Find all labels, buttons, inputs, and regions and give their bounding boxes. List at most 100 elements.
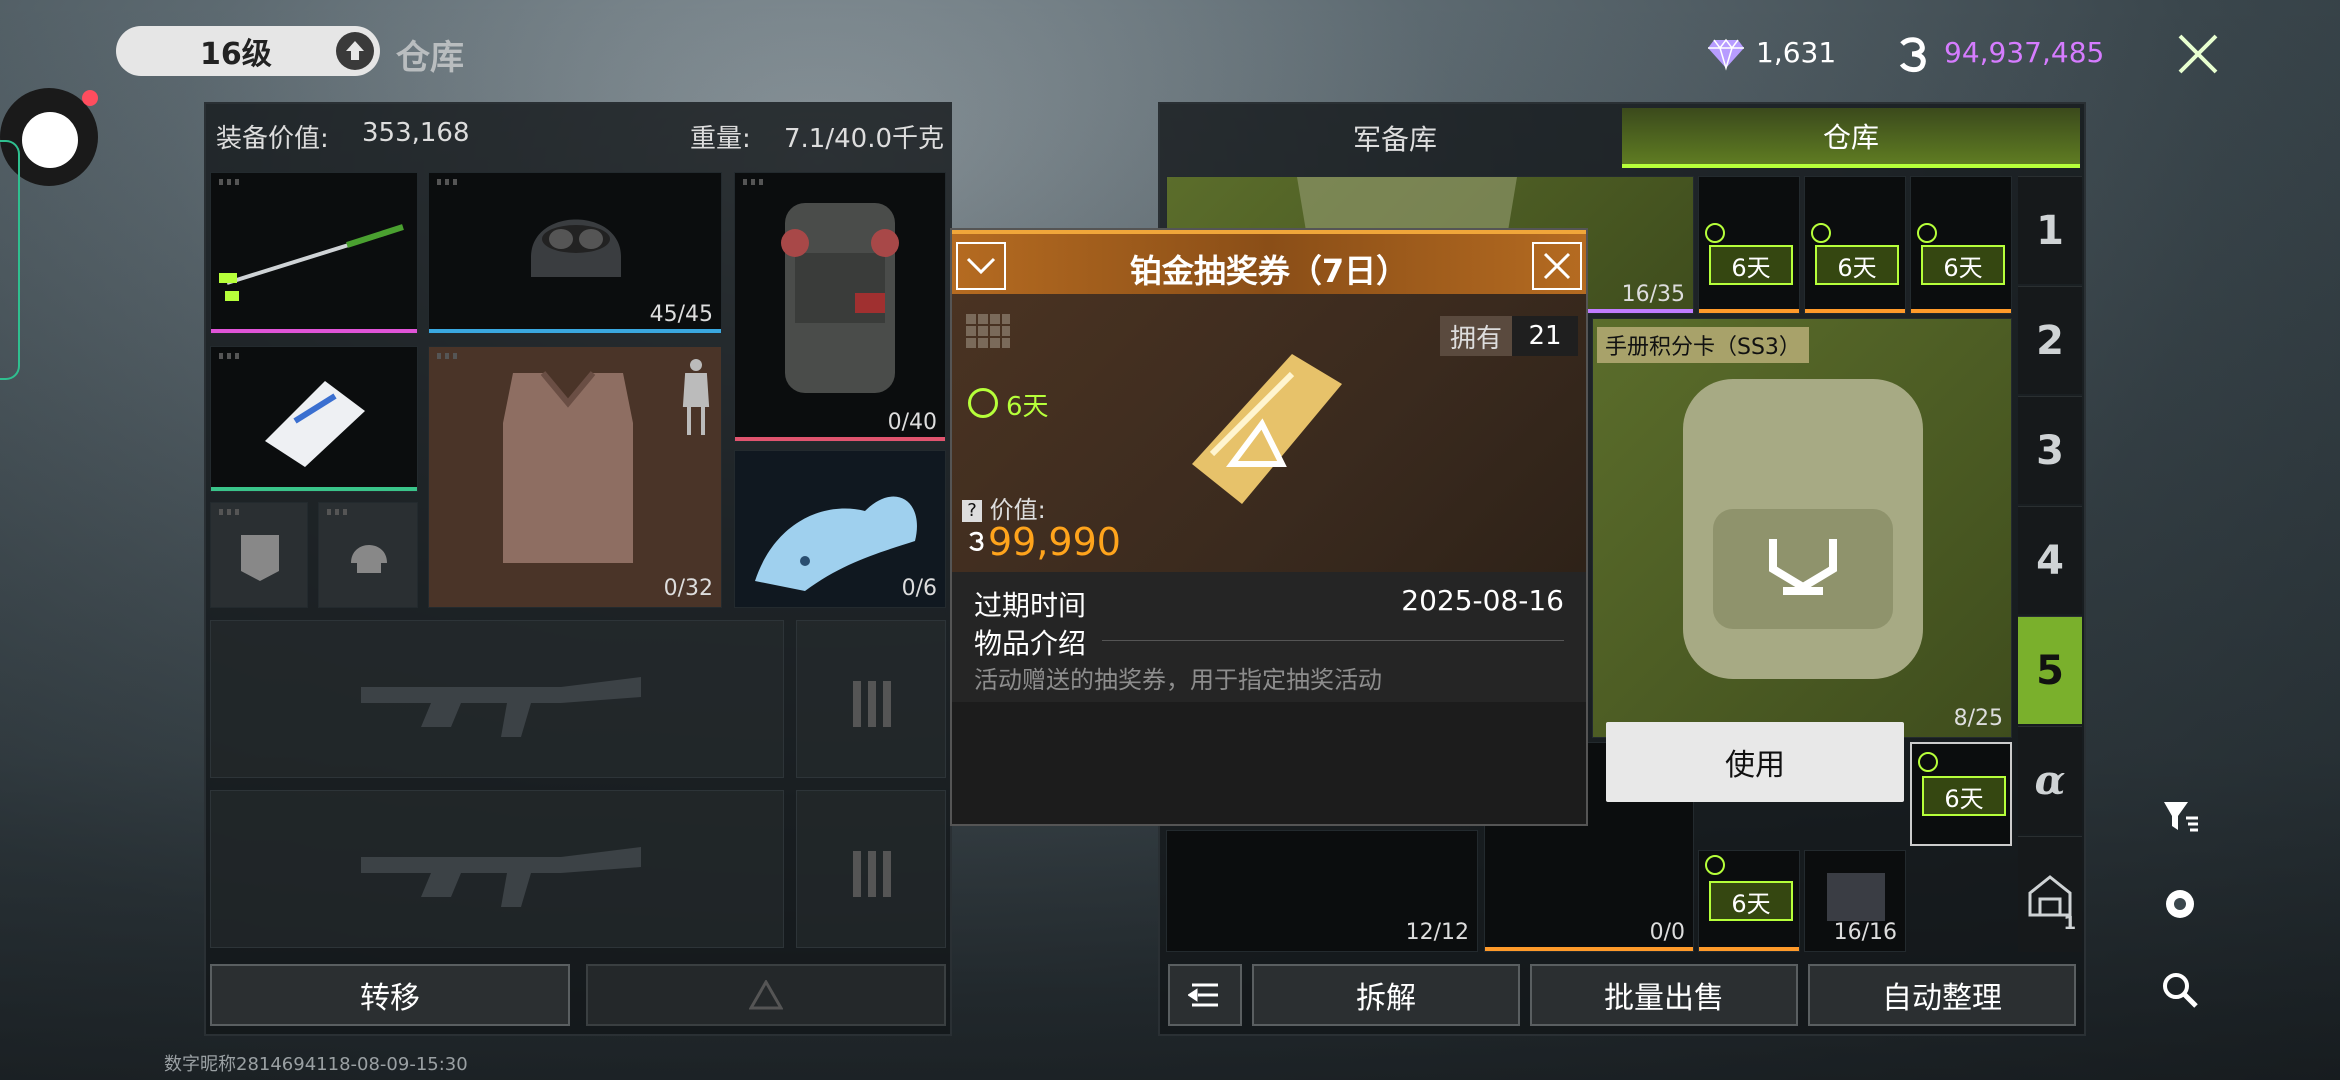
melee-slot[interactable] — [210, 172, 418, 334]
weight-value: 7.1/40.0千克 — [784, 124, 944, 154]
secondary-weapon-slot[interactable] — [210, 790, 784, 948]
clock-icon — [1705, 855, 1725, 875]
ticket-slot-d[interactable]: 6天 — [1698, 850, 1800, 952]
rig-count: 12/12 — [1405, 920, 1469, 945]
notification-dot — [82, 90, 98, 106]
page-tab-3[interactable]: 3 — [2018, 396, 2082, 504]
helmet-durability: 45/45 — [649, 302, 713, 327]
popup-item-area: 6天 拥有 21 ? 价值: 99,990 — [952, 294, 1586, 572]
expire-label: 过期时间 — [974, 589, 1087, 622]
level-pill[interactable]: 16级 — [116, 26, 380, 76]
backpack-item[interactable]: 手册积分卡（SS3） 8/25 — [1592, 318, 2012, 738]
plate-slot[interactable] — [210, 502, 308, 608]
helmet-icon — [531, 219, 621, 277]
gear-count: 16/35 — [1621, 282, 1685, 307]
grenade-slot[interactable] — [318, 502, 418, 608]
timer-badge: 6天 — [1922, 776, 2006, 816]
value-amount-row: 99,990 — [966, 520, 1121, 564]
timer-badge: 6天 — [1709, 881, 1793, 921]
timer-badge: 6天 — [1921, 245, 2005, 285]
helmet-slot[interactable]: 45/45 — [428, 172, 722, 334]
pack2-count: 0/0 — [1649, 920, 1685, 945]
search-icon[interactable] — [2160, 970, 2200, 1010]
body-silhouette-icon — [682, 359, 710, 435]
close-icon — [1543, 252, 1571, 280]
ticket-slot-selected[interactable]: 6天 — [1910, 742, 2012, 846]
special-slot[interactable]: 0/6 — [734, 450, 946, 608]
coin-count: 94,937,485 — [1944, 36, 2105, 69]
divider — [1102, 640, 1564, 641]
book-item[interactable]: 16/16 — [1804, 850, 1906, 952]
auto-sort-button[interactable]: 自动整理 — [1808, 964, 2076, 1026]
equipment-header: 装备价值: 353,168 重量: 7.1/40.0千克 — [216, 114, 944, 156]
katana-icon — [219, 224, 404, 301]
rig-item[interactable]: 12/12 — [1166, 830, 1478, 952]
list-menu-icon — [1188, 983, 1218, 1007]
help-icon[interactable]: ? — [962, 500, 982, 522]
equip-value-label: 装备价值: — [216, 124, 329, 154]
page-tab-5[interactable]: 5 — [2018, 616, 2082, 724]
menu-button[interactable] — [1168, 964, 1242, 1026]
timer-badge: 6天 — [1815, 245, 1899, 285]
page-tab-2[interactable]: 2 — [2018, 286, 2082, 394]
rifle-placeholder-icon — [361, 677, 641, 737]
ticket-slot-a[interactable]: 6天 — [1698, 176, 1800, 314]
primary-weapon-slot[interactable] — [210, 620, 784, 778]
level-up-icon[interactable] — [336, 32, 374, 70]
expire-date: 2025-08-16 — [1401, 584, 1564, 617]
dragon-count: 0/6 — [901, 576, 937, 601]
backpack-count: 8/25 — [1953, 706, 2003, 731]
bulk-sell-button[interactable]: 批量出售 — [1530, 964, 1798, 1026]
tab-armory[interactable]: 军备库 — [1168, 108, 1622, 168]
backpack-icon — [1683, 379, 1923, 679]
own-count: 21 — [1512, 316, 1578, 356]
backpack-slot[interactable]: 0/40 — [734, 172, 946, 442]
popup-timer: 6天 — [1006, 392, 1049, 422]
weight-label: 重量: — [690, 124, 751, 154]
rifle-placeholder-icon — [361, 847, 641, 907]
timer-badge: 6天 — [1709, 245, 1793, 285]
avatar[interactable] — [22, 112, 78, 168]
ticket-slot-b[interactable]: 6天 — [1804, 176, 1906, 314]
page-title: 仓库 — [396, 38, 464, 78]
page-tab-alpha[interactable]: α — [2018, 726, 2082, 834]
disabled-action-button — [586, 964, 946, 1026]
popup-title: 铂金抽奖券（7日） — [1129, 252, 1409, 290]
use-button[interactable]: 使用 — [1606, 722, 1904, 802]
book-count: 16/16 — [1833, 920, 1897, 945]
watermark: 数字昵称2814694118-08-09-15:30 — [164, 1054, 468, 1075]
clock-icon — [1918, 752, 1938, 772]
tab-warehouse[interactable]: 仓库 — [1622, 108, 2080, 168]
popup-info: 过期时间 2025-08-16 物品介绍 活动赠送的抽奖券，用于指定抽奖活动 — [952, 572, 1586, 702]
equip-value: 353,168 — [362, 118, 470, 148]
card-label: 手册积分卡（SS3） — [1597, 327, 1809, 363]
gear-icon[interactable] — [2160, 884, 2200, 924]
close-icon[interactable] — [2174, 30, 2222, 78]
platinum-ticket-icon — [1192, 354, 1342, 504]
clock-icon — [1917, 223, 1937, 243]
consumable-slot[interactable] — [210, 346, 418, 492]
desc-text: 活动赠送的抽奖券，用于指定抽奖活动 — [974, 666, 1382, 694]
gem-count: 1,631 — [1756, 36, 1837, 69]
diamond-icon — [1708, 38, 1744, 71]
page-tab-4[interactable]: 4 — [2018, 506, 2082, 614]
bandage-icon — [265, 381, 365, 467]
secondary-ammo-slot[interactable] — [796, 790, 946, 948]
primary-ammo-slot[interactable] — [796, 620, 946, 778]
armor-slot[interactable]: 0/32 — [428, 346, 722, 608]
transfer-button[interactable]: 转移 — [210, 964, 570, 1026]
ticket-slot-c[interactable]: 6天 — [1910, 176, 2012, 314]
triangle-logo-icon — [749, 980, 783, 1010]
dismantle-button[interactable]: 拆解 — [1252, 964, 1520, 1026]
level-label: 16级 — [200, 37, 272, 72]
clock-icon — [968, 388, 998, 418]
item-value: 99,990 — [988, 520, 1121, 564]
warehouse-upgrade-tab[interactable]: 1 — [2018, 836, 2082, 952]
side-drawer-handle[interactable] — [0, 140, 20, 380]
popup-close-button[interactable] — [1532, 242, 1582, 290]
backpack-icon — [781, 203, 899, 393]
filter-icon[interactable] — [2160, 796, 2200, 836]
armor-durability: 0/32 — [663, 576, 713, 601]
page-tab-1[interactable]: 1 — [2018, 176, 2082, 284]
coin-icon — [1899, 37, 1926, 73]
